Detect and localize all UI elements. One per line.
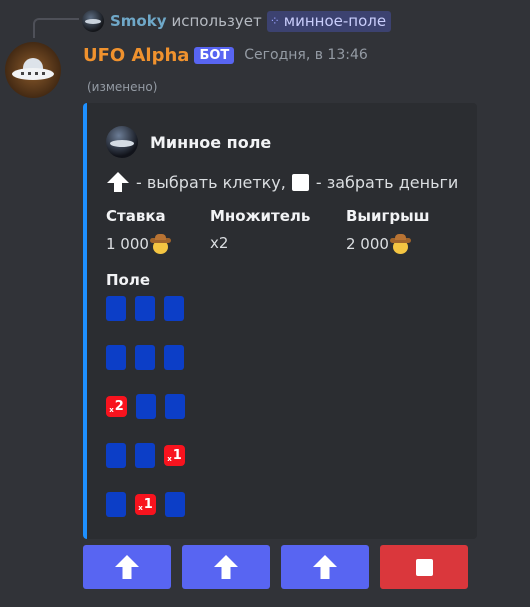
interaction-reference[interactable]: Smoky использует ⁘ минное-поле <box>82 10 392 32</box>
arrow-up-icon <box>107 172 129 192</box>
slash-command-icon: ⁘ <box>269 13 280 28</box>
reply-uses-text: использует <box>171 12 262 30</box>
reply-user-avatar[interactable] <box>82 10 104 32</box>
field-board-name: Поле <box>106 271 151 289</box>
bot-username[interactable]: UFO Alpha <box>83 45 189 66</box>
field-win: Выигрыш 2 000 <box>346 207 430 254</box>
revealed-multiplier-cell: x1 <box>135 494 156 515</box>
game-embed: Минное поле - выбрать клетку, - забрать … <box>83 103 477 539</box>
embed-description: - выбрать клетку, - забрать деньги <box>106 171 458 193</box>
hidden-cell <box>165 394 185 419</box>
bot-avatar[interactable] <box>5 42 61 98</box>
hidden-cell <box>136 394 156 419</box>
multiplier-x: x <box>167 454 172 463</box>
ufo-disc <box>12 68 54 80</box>
reply-spine <box>33 18 79 38</box>
embed-author-name: Минное поле <box>150 132 272 152</box>
hidden-cell <box>106 492 126 517</box>
pick-cell-button[interactable] <box>83 545 171 589</box>
hidden-cell <box>135 443 155 468</box>
field-multiplier-name: Множитель <box>210 207 311 225</box>
embed-author: Минное поле <box>106 126 271 158</box>
multiplier-x: x <box>138 503 143 512</box>
cowboy-emoji-icon <box>389 234 411 254</box>
take-money-text: - забрать деньги <box>315 172 459 192</box>
field-win-name: Выигрыш <box>346 207 430 225</box>
field-bet-name: Ставка <box>106 207 166 225</box>
field-bet-value-row: 1 000 <box>106 234 171 254</box>
bot-tag: БОТ <box>194 46 235 64</box>
cashout-button[interactable] <box>380 545 468 589</box>
arrow-up-icon <box>115 555 139 579</box>
reply-username[interactable]: Smoky <box>110 12 167 30</box>
field-bet-value: 1 000 <box>106 235 149 253</box>
hidden-cell <box>135 345 155 370</box>
message-timestamp[interactable]: Сегодня, в 13:46 <box>244 47 368 63</box>
stop-square-icon <box>291 173 309 191</box>
embed-author-icon <box>106 126 138 158</box>
bot-message: Smoky использует ⁘ минное-поле UFO Alpha… <box>0 0 530 607</box>
board-row: x1 <box>106 492 194 517</box>
cowboy-emoji-icon <box>149 234 171 254</box>
field-multiplier: Множитель x2 <box>210 207 310 252</box>
hidden-cell <box>135 296 155 321</box>
hidden-cell <box>164 296 184 321</box>
hidden-cell <box>164 345 184 370</box>
edited-label: (изменено) <box>87 80 158 94</box>
multiplier-value: 1 <box>172 448 182 463</box>
hidden-cell <box>106 443 126 468</box>
hidden-cell <box>106 296 126 321</box>
revealed-multiplier-cell: x1 <box>164 445 185 466</box>
slash-command-name: минное-поле <box>283 11 387 30</box>
board-row <box>106 345 194 370</box>
multiplier-value: 2 <box>114 399 124 414</box>
mines-board: x2x1x1 <box>106 296 194 541</box>
field-bet: Ставка 1 000 <box>106 207 171 254</box>
board-row: x2 <box>106 394 194 419</box>
arrow-up-icon <box>214 555 238 579</box>
slash-command-pill[interactable]: ⁘ минное-поле <box>266 10 392 32</box>
hidden-cell <box>106 345 126 370</box>
revealed-multiplier-cell: x2 <box>106 396 127 417</box>
pick-cell-button[interactable] <box>281 545 369 589</box>
hidden-cell <box>165 492 185 517</box>
field-multiplier-value: x2 <box>210 234 229 252</box>
pick-cell-text: - выбрать клетку, <box>136 172 286 192</box>
field-win-value-row: 2 000 <box>346 234 430 254</box>
arrow-up-icon <box>313 555 337 579</box>
stop-square-icon <box>415 558 433 576</box>
field-win-value: 2 000 <box>346 235 389 253</box>
board-row: x1 <box>106 443 194 468</box>
board-row <box>106 296 194 321</box>
multiplier-x: x <box>109 405 114 414</box>
action-row <box>83 545 479 589</box>
pick-cell-button[interactable] <box>182 545 270 589</box>
multiplier-value: 1 <box>143 497 153 512</box>
message-header: UFO Alpha БОТ Сегодня, в 13:46 <box>83 41 368 69</box>
